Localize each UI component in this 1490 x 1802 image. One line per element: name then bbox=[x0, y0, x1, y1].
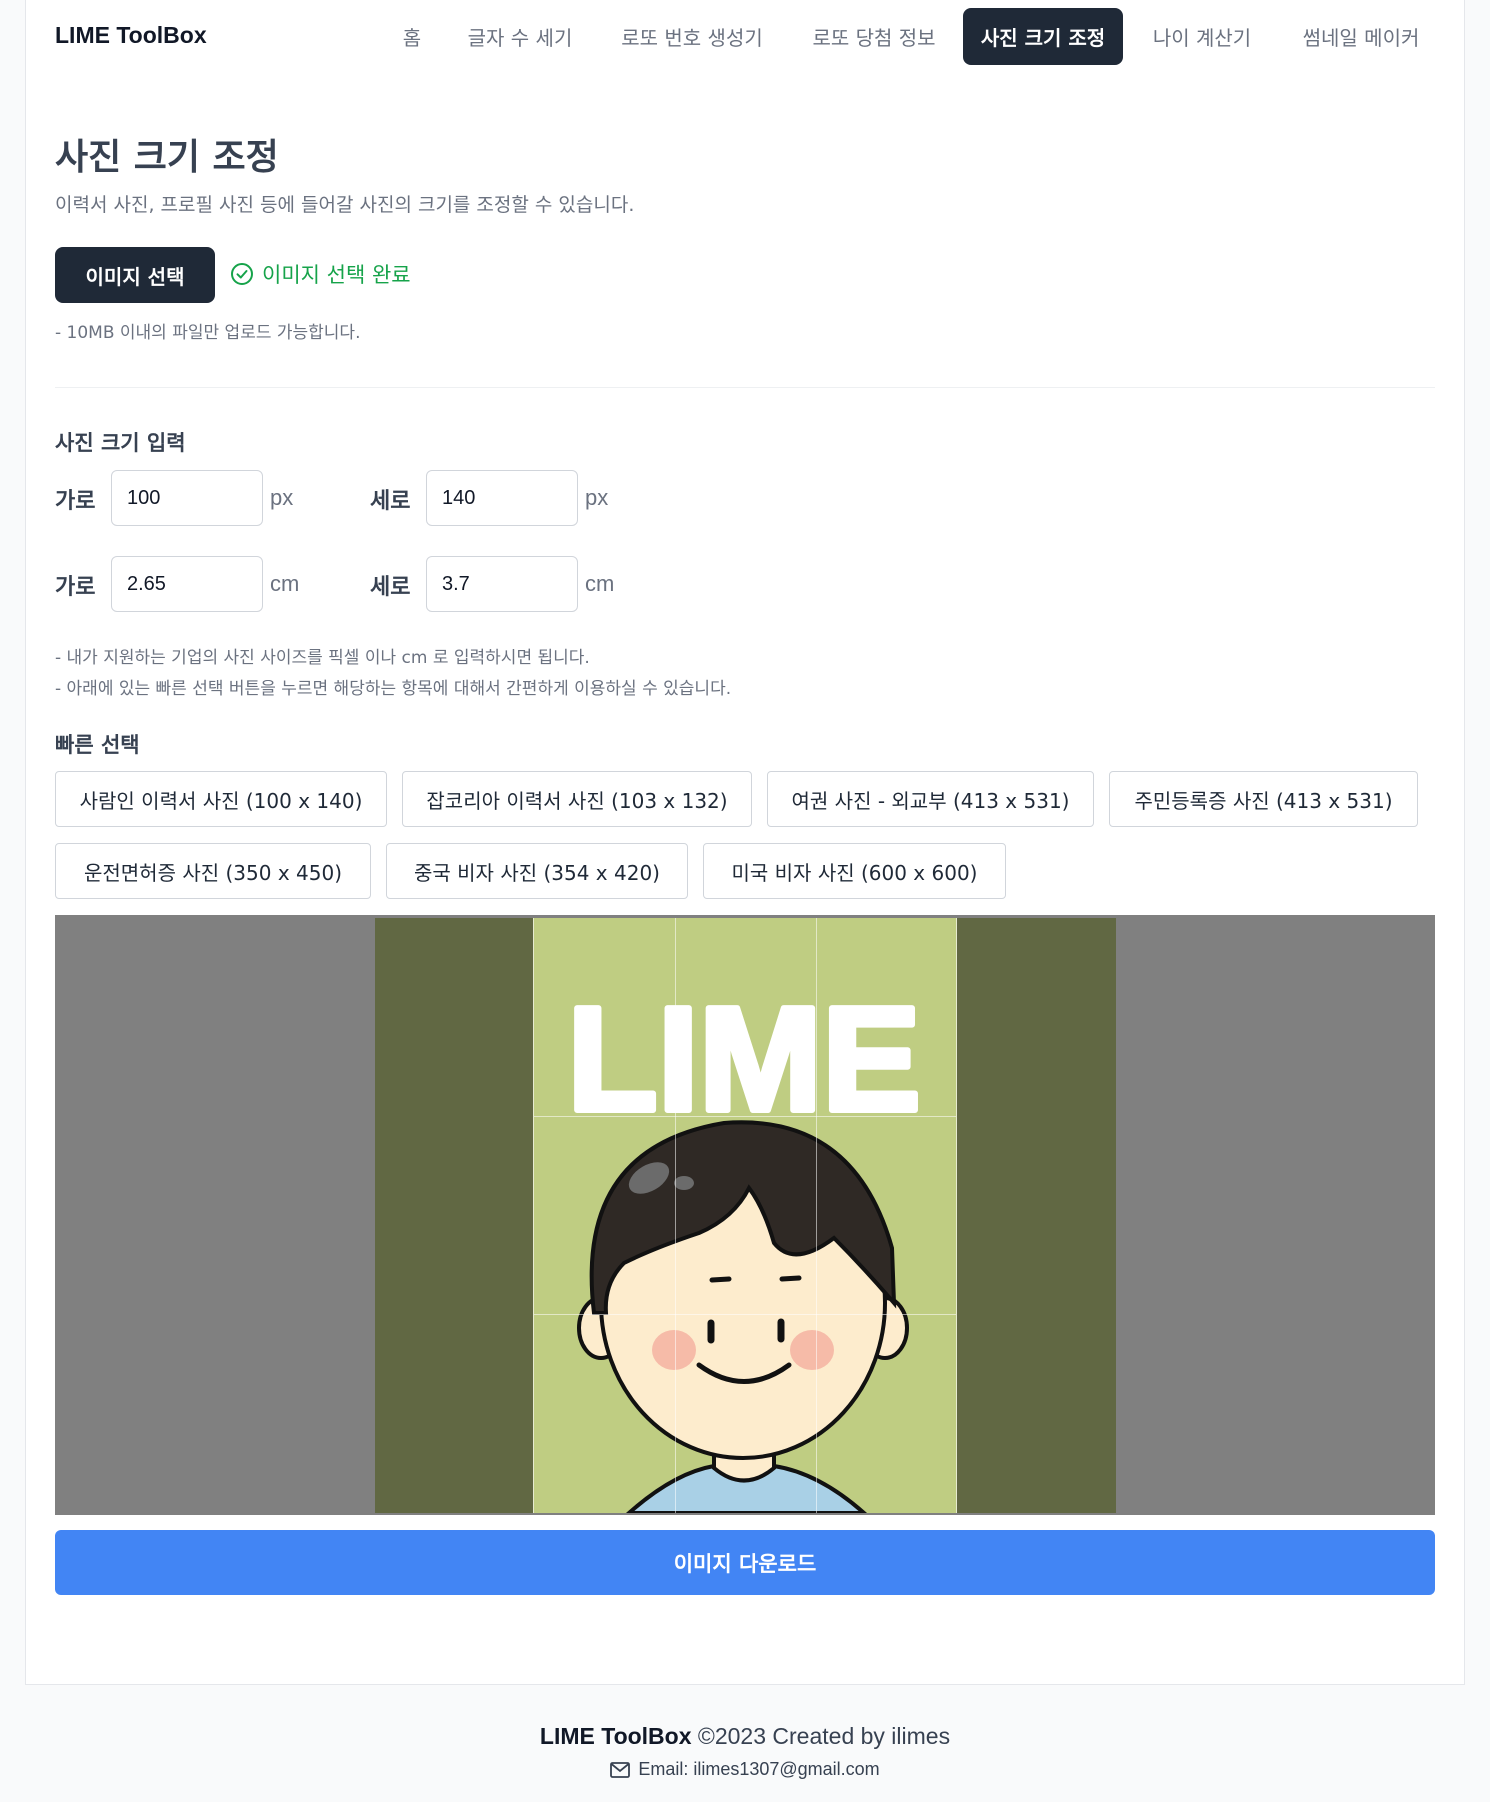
footer-copyright: LIME ToolBox ©2023 Created by ilimes bbox=[0, 1723, 1490, 1750]
grid-line bbox=[534, 1116, 956, 1117]
footer-email-text[interactable]: Email: ilimes1307@gmail.com bbox=[638, 1759, 879, 1780]
quick-id-card-button[interactable]: 주민등록증 사진 (413 x 531) bbox=[1109, 771, 1418, 827]
size-note-2: - 아래에 있는 빠른 선택 버튼을 누르면 해당하는 항목에 대해서 간편하게… bbox=[55, 679, 732, 699]
footer-email: Email: ilimes1307@gmail.com bbox=[0, 1759, 1490, 1780]
grid-line bbox=[675, 918, 676, 1513]
nav-item-lotto-generator[interactable]: 로또 번호 생성기 bbox=[600, 8, 784, 65]
nav-item-thumbnail-maker[interactable]: 썸네일 메이커 bbox=[1282, 8, 1440, 65]
grid-line bbox=[816, 918, 817, 1513]
select-status-text: 이미지 선택 완료 bbox=[262, 263, 411, 287]
select-status: 이미지 선택 완료 bbox=[230, 259, 411, 289]
px-width-label: 가로 bbox=[55, 489, 96, 514]
cm-width-unit: cm bbox=[270, 571, 300, 596]
cm-width-label: 가로 bbox=[55, 575, 96, 600]
footer-brand: LIME ToolBox bbox=[539, 1723, 692, 1749]
quick-china-visa-button[interactable]: 중국 비자 사진 (354 x 420) bbox=[386, 843, 688, 899]
cm-width-input[interactable] bbox=[111, 556, 263, 612]
image-preview-area: LIME bbox=[55, 915, 1435, 1515]
upload-note: - 10MB 이내의 파일만 업로드 가능합니다. bbox=[55, 323, 361, 343]
uploaded-photo: LIME bbox=[375, 918, 1116, 1513]
page-title: 사진 크기 조정 bbox=[55, 137, 279, 178]
px-height-label: 세로 bbox=[370, 489, 411, 514]
page-description: 이력서 사진, 프로필 사진 등에 들어갈 사진의 크기를 조정할 수 있습니다… bbox=[55, 194, 635, 216]
svg-text:LIME: LIME bbox=[567, 977, 921, 1142]
nav-item-lotto-info[interactable]: 로또 당첨 정보 bbox=[794, 8, 954, 65]
quick-drivers-license-button[interactable]: 운전면허증 사진 (350 x 450) bbox=[55, 843, 371, 899]
size-note-1: - 내가 지원하는 기업의 사진 사이즈를 픽셀 이나 cm 로 입력하시면 됩… bbox=[55, 648, 590, 668]
nav-item-char-count[interactable]: 글자 수 세기 bbox=[450, 8, 590, 65]
px-height-unit: px bbox=[585, 485, 609, 510]
px-width-unit: px bbox=[270, 485, 294, 510]
px-width-input[interactable] bbox=[111, 470, 263, 526]
nav-item-home[interactable]: 홈 bbox=[386, 8, 438, 65]
cm-height-unit: cm bbox=[585, 571, 615, 596]
quick-select-title: 빠른 선택 bbox=[55, 733, 140, 757]
download-image-button[interactable]: 이미지 다운로드 bbox=[55, 1530, 1435, 1595]
top-nav: 홈 글자 수 세기 로또 번호 생성기 로또 당첨 정보 사진 크기 조정 나이… bbox=[0, 8, 1490, 66]
cm-height-input[interactable] bbox=[426, 556, 578, 612]
quick-saramin-button[interactable]: 사람인 이력서 사진 (100 x 140) bbox=[55, 771, 387, 827]
cm-height-label: 세로 bbox=[370, 575, 411, 600]
nav-item-age-calculator[interactable]: 나이 계산기 bbox=[1132, 8, 1272, 65]
quick-passport-button[interactable]: 여권 사진 - 외교부 (413 x 531) bbox=[767, 771, 1094, 827]
lime-character-image: LIME bbox=[564, 974, 924, 1513]
mail-icon bbox=[610, 1761, 631, 1778]
footer-copyright-text: ©2023 Created by ilimes bbox=[691, 1723, 951, 1749]
divider bbox=[55, 387, 1435, 388]
select-image-button[interactable]: 이미지 선택 bbox=[55, 247, 215, 303]
quick-us-visa-button[interactable]: 미국 비자 사진 (600 x 600) bbox=[703, 843, 1006, 899]
quick-jobkorea-button[interactable]: 잡코리아 이력서 사진 (103 x 132) bbox=[402, 771, 752, 827]
nav-item-photo-resize[interactable]: 사진 크기 조정 bbox=[963, 8, 1123, 65]
px-height-input[interactable] bbox=[426, 470, 578, 526]
size-section-title: 사진 크기 입력 bbox=[55, 431, 186, 455]
check-circle-icon bbox=[231, 263, 253, 285]
grid-line bbox=[534, 1314, 956, 1315]
crop-box[interactable]: LIME bbox=[533, 918, 957, 1513]
